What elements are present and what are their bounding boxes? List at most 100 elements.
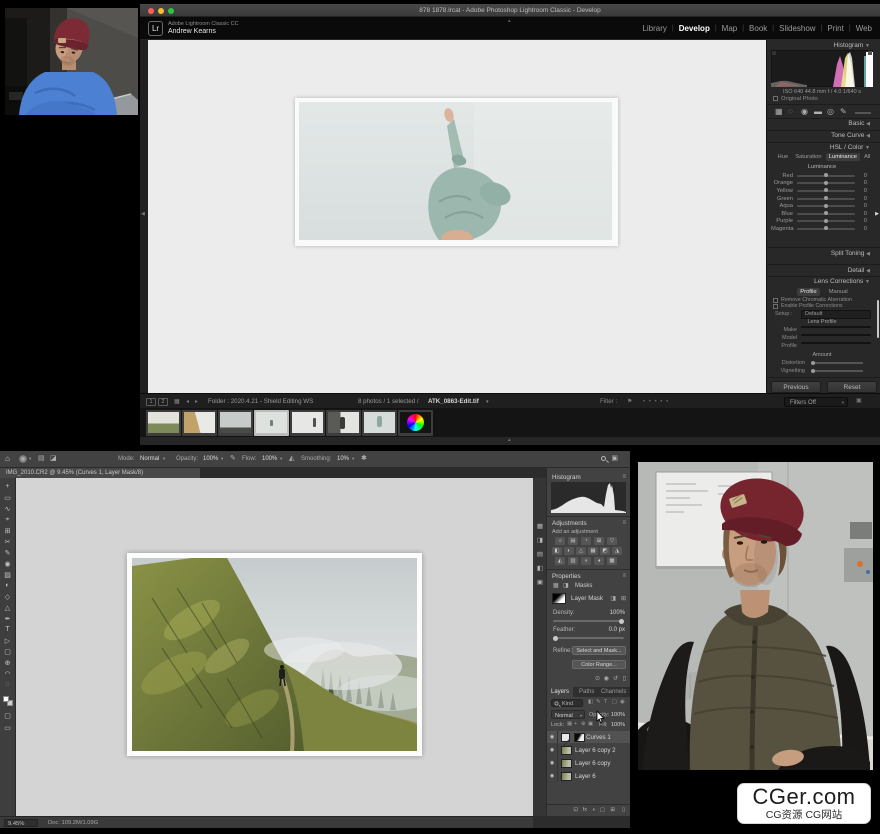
smoothing-gear-icon[interactable]: ✱	[361, 455, 367, 462]
move-tool-icon[interactable]: +	[0, 483, 15, 490]
filmstrip-thumb-2[interactable]	[182, 410, 217, 436]
screen-mode-icon[interactable]: ▭	[0, 724, 15, 732]
adjustment-icon[interactable]: ◮	[612, 547, 622, 555]
document-tab[interactable]: IMG_2010.CR2 @ 9.45% (Curves 1, Layer Ma…	[0, 468, 200, 478]
new-layer-icon[interactable]: ⊞	[610, 808, 615, 814]
filmstrip-thumb-4-selected[interactable]	[254, 410, 289, 436]
layer-visibility-icon[interactable]: ◉	[547, 744, 558, 756]
brush-tool-icon[interactable]: ▨	[0, 571, 15, 579]
green-slider[interactable]	[797, 198, 855, 200]
reset-button[interactable]: Reset	[827, 381, 877, 393]
blue-slider[interactable]	[797, 213, 855, 215]
hsl-color-panel-header[interactable]: HSL / Color ▼	[830, 144, 870, 151]
density-value[interactable]: 100%	[610, 610, 625, 617]
adjustments-panel-menu-icon[interactable]: ≡	[622, 520, 626, 526]
crop-tool-icon[interactable]: ▦	[775, 108, 783, 116]
link-layers-icon[interactable]: ⊡	[573, 808, 578, 814]
airbrush-icon[interactable]: ◭	[289, 455, 294, 462]
zoom-level-field[interactable]: 9.45%	[4, 819, 38, 827]
slice-tool-icon[interactable]: ✂	[0, 538, 15, 546]
filter-type-icon[interactable]: ◉	[620, 700, 625, 706]
filmstrip-thumb-7[interactable]	[362, 410, 397, 436]
feather-value[interactable]: 0.0 px	[609, 627, 625, 634]
opacity-dropdown-icon[interactable]: ▾	[221, 457, 223, 462]
adjustment-icon[interactable]: ▤	[568, 537, 578, 545]
layer-visibility-icon[interactable]: ◉	[547, 731, 558, 743]
radial-filter-tool-icon[interactable]: ◎	[827, 108, 834, 116]
histogram-panel-title[interactable]: Histogram	[552, 474, 581, 481]
adjustment-icon[interactable]: ⊞	[594, 537, 604, 545]
adjustment-icon[interactable]: ◭	[555, 557, 565, 565]
type-tool-icon[interactable]: T	[0, 626, 15, 633]
zoom-tool-icon[interactable]: ◌	[0, 681, 15, 688]
adjustment-icon[interactable]: ◖	[581, 557, 591, 565]
folder-breadcrumb[interactable]: Folder : 2020.4.21 - Shield Editing WS	[208, 399, 313, 406]
marquee-tool-icon[interactable]: ▭	[0, 494, 15, 502]
clone-stamp-tool-icon[interactable]: ◐	[0, 582, 15, 589]
fill-value[interactable]: 100%	[611, 722, 625, 728]
foreground-color-swatch[interactable]	[3, 696, 9, 702]
history-brush-tool-icon[interactable]: ◇	[0, 593, 15, 601]
hsl-tab-hue[interactable]: Hue	[775, 153, 792, 161]
lasso-tool-icon[interactable]: ∿	[0, 505, 15, 513]
enable-profile-checkbox[interactable]	[773, 304, 778, 309]
yellow-slider[interactable]	[797, 190, 855, 192]
layer-mask-thumb[interactable]	[574, 733, 585, 742]
hsl-tab-all[interactable]: All	[861, 153, 873, 161]
setup-dropdown[interactable]: Default	[801, 310, 871, 319]
layer-row[interactable]: ◉ Layer 6 copy 2	[547, 744, 630, 756]
module-develop[interactable]: Develop	[679, 24, 710, 33]
module-web[interactable]: Web	[856, 24, 872, 33]
layer-thumb[interactable]	[561, 746, 572, 755]
flag-filter-icon[interactable]: ⚑	[627, 399, 632, 405]
grid-view-icon[interactable]: ▦	[174, 399, 180, 405]
tone-curve-panel-header[interactable]: Tone Curve ◀	[831, 132, 870, 139]
star-filter-icons[interactable]: • • • • •	[643, 399, 669, 406]
hsl-tab-saturation[interactable]: Saturation	[792, 153, 824, 161]
mask-reset-icon[interactable]: ↺	[613, 676, 618, 682]
healing-tool-icon[interactable]: ◉	[0, 560, 15, 568]
loupe-photo[interactable]	[295, 98, 618, 246]
properties-panel-menu-icon[interactable]: ≡	[622, 573, 626, 579]
mask-delete-icon[interactable]: ▯	[623, 676, 626, 682]
layer-mask-thumbnail[interactable]	[552, 593, 566, 604]
tool-strip-slider[interactable]	[855, 112, 871, 114]
mask-invert-icon[interactable]: ⊙	[595, 676, 600, 682]
workspace-switcher-icon[interactable]: ▣	[611, 455, 618, 462]
filters-off-dropdown[interactable]: Filters Off ▾	[784, 397, 848, 407]
previous-button[interactable]: Previous	[771, 381, 821, 393]
dock-panel-icon[interactable]: ▣	[533, 578, 547, 586]
gradient-tool-icon[interactable]: ✒	[0, 615, 15, 623]
mask-option-icon[interactable]: ⊞	[621, 596, 626, 602]
tab-channels[interactable]: Channels	[597, 687, 630, 697]
adjustment-icon[interactable]: ◕	[594, 557, 604, 565]
pressure-opacity-icon[interactable]: ✎	[230, 455, 236, 462]
layer-thumb[interactable]	[561, 759, 572, 768]
histogram-panel-menu-icon[interactable]: ≡	[622, 474, 626, 480]
dock-panel-icon[interactable]: ▦	[533, 522, 547, 530]
adjustment-icon[interactable]: ▽	[607, 537, 617, 545]
next-photo-icon[interactable]: ▸	[195, 399, 198, 405]
quick-mask-icon[interactable]: ▢	[0, 712, 15, 720]
filmstrip-thumb-3[interactable]	[218, 410, 253, 436]
feather-slider[interactable]	[553, 637, 624, 639]
split-toning-panel-header[interactable]: Split Toning ◀	[831, 250, 870, 257]
smoothing-value[interactable]: 10%	[337, 456, 349, 462]
opacity-value[interactable]: 100%	[203, 456, 218, 462]
filter-type-icon[interactable]: ✎	[596, 700, 601, 706]
flow-dropdown-icon[interactable]: ▾	[280, 457, 282, 462]
layer-row[interactable]: ◉ Layer 6	[547, 770, 630, 782]
histogram-panel-header[interactable]: Histogram ▼	[834, 42, 870, 49]
make-dropdown[interactable]	[801, 326, 871, 328]
layer-thumb[interactable]	[561, 772, 572, 781]
adjustment-icon[interactable]: ☼	[555, 537, 565, 545]
select-and-mask-button[interactable]: Select and Mask...	[572, 646, 626, 655]
previous-photo-icon[interactable]: ◂	[186, 399, 189, 405]
layer-filter-box[interactable]: Kind	[551, 699, 583, 707]
adjustment-icon[interactable]: ◐	[564, 547, 574, 555]
filename-dropdown-icon[interactable]: ▾	[486, 400, 489, 405]
mask-option-icon[interactable]: ◨	[610, 596, 616, 602]
filmstrip-thumb-1[interactable]	[146, 410, 181, 436]
module-print[interactable]: Print	[827, 24, 843, 33]
brush-preset-icon[interactable]	[19, 455, 27, 463]
